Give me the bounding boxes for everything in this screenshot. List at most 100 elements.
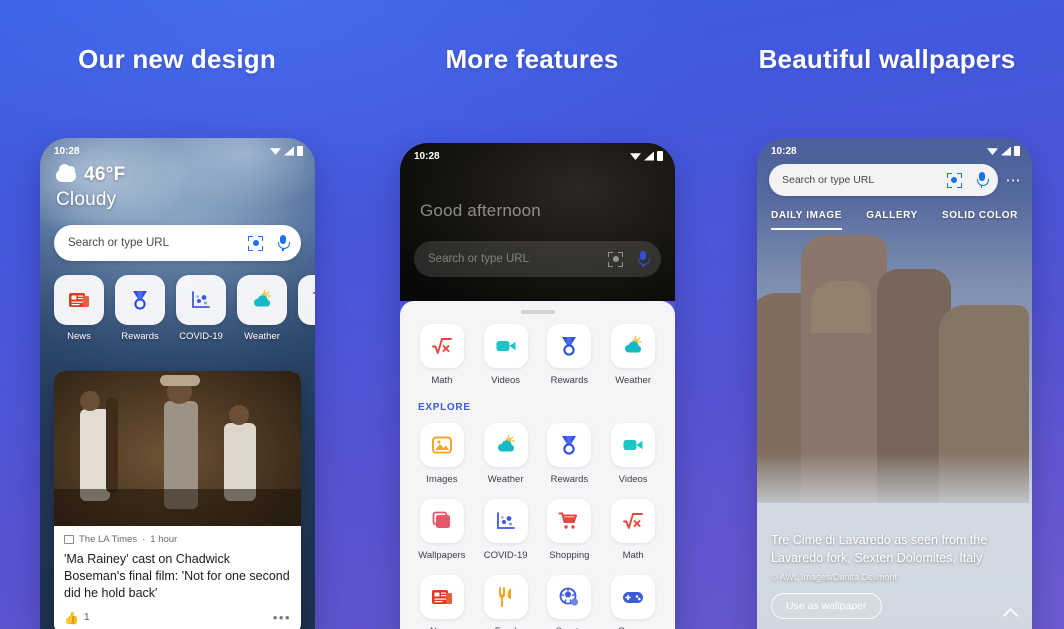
- phone1-temperature: 46°F: [84, 164, 126, 185]
- microphone-icon[interactable]: [277, 235, 290, 251]
- grid-item-videos[interactable]: Videos: [474, 324, 538, 386]
- phone2-greeting: Good afternoon: [420, 201, 541, 220]
- grid-item-label: Videos: [491, 375, 521, 386]
- phone3-search-placeholder[interactable]: Search or type URL: [782, 174, 947, 186]
- grid-item-rewards[interactable]: Rewards: [538, 324, 602, 386]
- explore-item-weather[interactable]: Weather: [474, 423, 538, 485]
- wifi-icon: [270, 148, 281, 155]
- phone3-search-bar[interactable]: Search or type URL: [769, 164, 998, 196]
- shopping-cart-icon: [547, 499, 592, 543]
- explore-item-label: Wallpapers: [418, 550, 466, 561]
- wifi-icon: [987, 148, 998, 155]
- news-source: The LA Times: [79, 534, 138, 545]
- grid-item-weather[interactable]: Weather: [601, 324, 665, 386]
- wallpaper-title: Tre Cime di Lavaredo as seen from the La…: [771, 533, 988, 565]
- phone1-search-icon-group: [248, 235, 290, 251]
- explore-item-wallpapers[interactable]: Wallpapers: [410, 499, 474, 561]
- explore-item-label: Math: [622, 550, 644, 561]
- status-time: 10:28: [54, 145, 80, 157]
- wallpaper-icon: [419, 499, 464, 543]
- explore-item-rewards[interactable]: Rewards: [538, 423, 602, 485]
- explore-item-games[interactable]: Games: [601, 575, 665, 629]
- explore-item-label: Images: [426, 474, 458, 485]
- explore-item-label: COVID-19: [483, 550, 528, 561]
- explore-item-covid[interactable]: COVID-19: [474, 499, 538, 561]
- publisher-logo-icon: [64, 535, 74, 544]
- phone2-status-bar: 10:28: [400, 143, 675, 165]
- news-thumbnail: [54, 371, 301, 526]
- news-source-row: The LA Times · 1 hour: [64, 534, 291, 545]
- news-reaction[interactable]: 👍 1: [64, 611, 90, 625]
- news-icon: [54, 275, 104, 325]
- panel-heading-three: Beautiful wallpapers: [758, 44, 1016, 74]
- signal-icon: [1001, 146, 1011, 156]
- news-headline[interactable]: 'Ma Rainey' cast on Chadwick Boseman's f…: [64, 551, 291, 602]
- explore-item-math[interactable]: Math: [601, 499, 665, 561]
- news-separator: ·: [142, 534, 146, 545]
- phone1-search-bar[interactable]: Search or type URL: [54, 225, 301, 261]
- tab-daily-image[interactable]: DAILY IMAGE: [771, 210, 843, 230]
- promo-panels: Our new design More features Beautiful w…: [0, 0, 1064, 629]
- lens-icon[interactable]: [248, 235, 263, 251]
- weather-cloud-sun-icon: [611, 324, 656, 368]
- shortcut-label: Weather: [244, 331, 280, 342]
- phone2-bottom-sheet: Math Videos Rewards Weather EXPLORE Imag…: [400, 301, 675, 629]
- shortcut-weather[interactable]: Weather: [237, 275, 287, 342]
- phone2-explore-grid: Images Weather Rewards Videos Wallpapers…: [400, 417, 675, 629]
- explore-item-videos[interactable]: Videos: [601, 423, 665, 485]
- news-overflow-menu[interactable]: •••: [273, 610, 291, 625]
- explore-item-shopping[interactable]: Shopping: [538, 499, 602, 561]
- lens-icon[interactable]: [946, 172, 962, 188]
- phone2-search-bar[interactable]: Search or type URL: [414, 241, 661, 277]
- math-sqrt-icon: [419, 324, 464, 368]
- explore-item-food[interactable]: Food: [474, 575, 538, 629]
- thumbs-up-icon[interactable]: 👍: [64, 611, 79, 625]
- battery-icon: [657, 151, 663, 161]
- news-icon: [419, 575, 464, 619]
- phone2-search-placeholder[interactable]: Search or type URL: [428, 253, 608, 265]
- shortcut-covid[interactable]: COVID-19: [176, 275, 226, 342]
- phone1-weather-widget[interactable]: 46°F Cloudy: [40, 160, 315, 211]
- rewards-medal-icon: [547, 423, 592, 467]
- tab-solid-color[interactable]: SOLID COLOR: [942, 210, 1018, 230]
- explore-item-images[interactable]: Images: [410, 423, 474, 485]
- grid-item-label: Weather: [615, 375, 651, 386]
- explore-item-news[interactable]: News: [410, 575, 474, 629]
- shortcut-rewards[interactable]: Rewards: [115, 275, 165, 342]
- grid-item-math[interactable]: Math: [410, 324, 474, 386]
- battery-icon: [1014, 146, 1020, 156]
- phone3-search-icon-group: [946, 172, 989, 188]
- battery-icon: [297, 146, 303, 156]
- phone2-top-shortcut-grid: Math Videos Rewards Weather: [400, 314, 675, 386]
- phone3-status-bar: 10:28: [757, 138, 1032, 160]
- reaction-count: 1: [83, 612, 90, 623]
- explore-item-sports[interactable]: Sports: [538, 575, 602, 629]
- phone2-search-icon-group: [608, 251, 650, 267]
- tab-gallery[interactable]: GALLERY: [866, 210, 918, 230]
- weather-cloud-sun-icon: [237, 275, 287, 325]
- microphone-icon[interactable]: [976, 172, 989, 188]
- phone-mockup-one: 10:28 46°F Cloudy Search or type URL New…: [40, 138, 315, 629]
- math-sqrt-icon: [611, 499, 656, 543]
- explore-item-label: Shopping: [549, 550, 590, 561]
- news-card[interactable]: The LA Times · 1 hour 'Ma Rainey' cast o…: [54, 371, 301, 629]
- phone-mockup-three: 10:28 Search or type URL ⋯ DAILY IMAGE G…: [757, 138, 1032, 629]
- video-camera-icon: [611, 423, 656, 467]
- rewards-medal-icon: [115, 275, 165, 325]
- sports-ball-icon: [547, 575, 592, 619]
- panel-heading-two: More features: [445, 44, 619, 74]
- phone1-search-placeholder[interactable]: Search or type URL: [68, 237, 248, 249]
- news-body: The LA Times · 1 hour 'Ma Rainey' cast o…: [54, 526, 301, 629]
- status-icon-group: [270, 146, 303, 156]
- signal-icon: [644, 151, 654, 161]
- phone3-overflow-menu[interactable]: ⋯: [1006, 171, 1023, 189]
- lens-icon[interactable]: [608, 251, 623, 267]
- phone1-shortcut-row: News Rewards COVID-19 Weather: [40, 275, 315, 342]
- shortcut-news[interactable]: News: [54, 275, 104, 342]
- food-icon: [483, 575, 528, 619]
- shortcut-label: S: [298, 331, 315, 342]
- shortcut-shopping-partial[interactable]: S: [298, 275, 315, 342]
- microphone-icon[interactable]: [637, 251, 650, 267]
- signal-icon: [284, 146, 294, 156]
- use-as-wallpaper-button[interactable]: Use as wallpaper: [771, 593, 882, 619]
